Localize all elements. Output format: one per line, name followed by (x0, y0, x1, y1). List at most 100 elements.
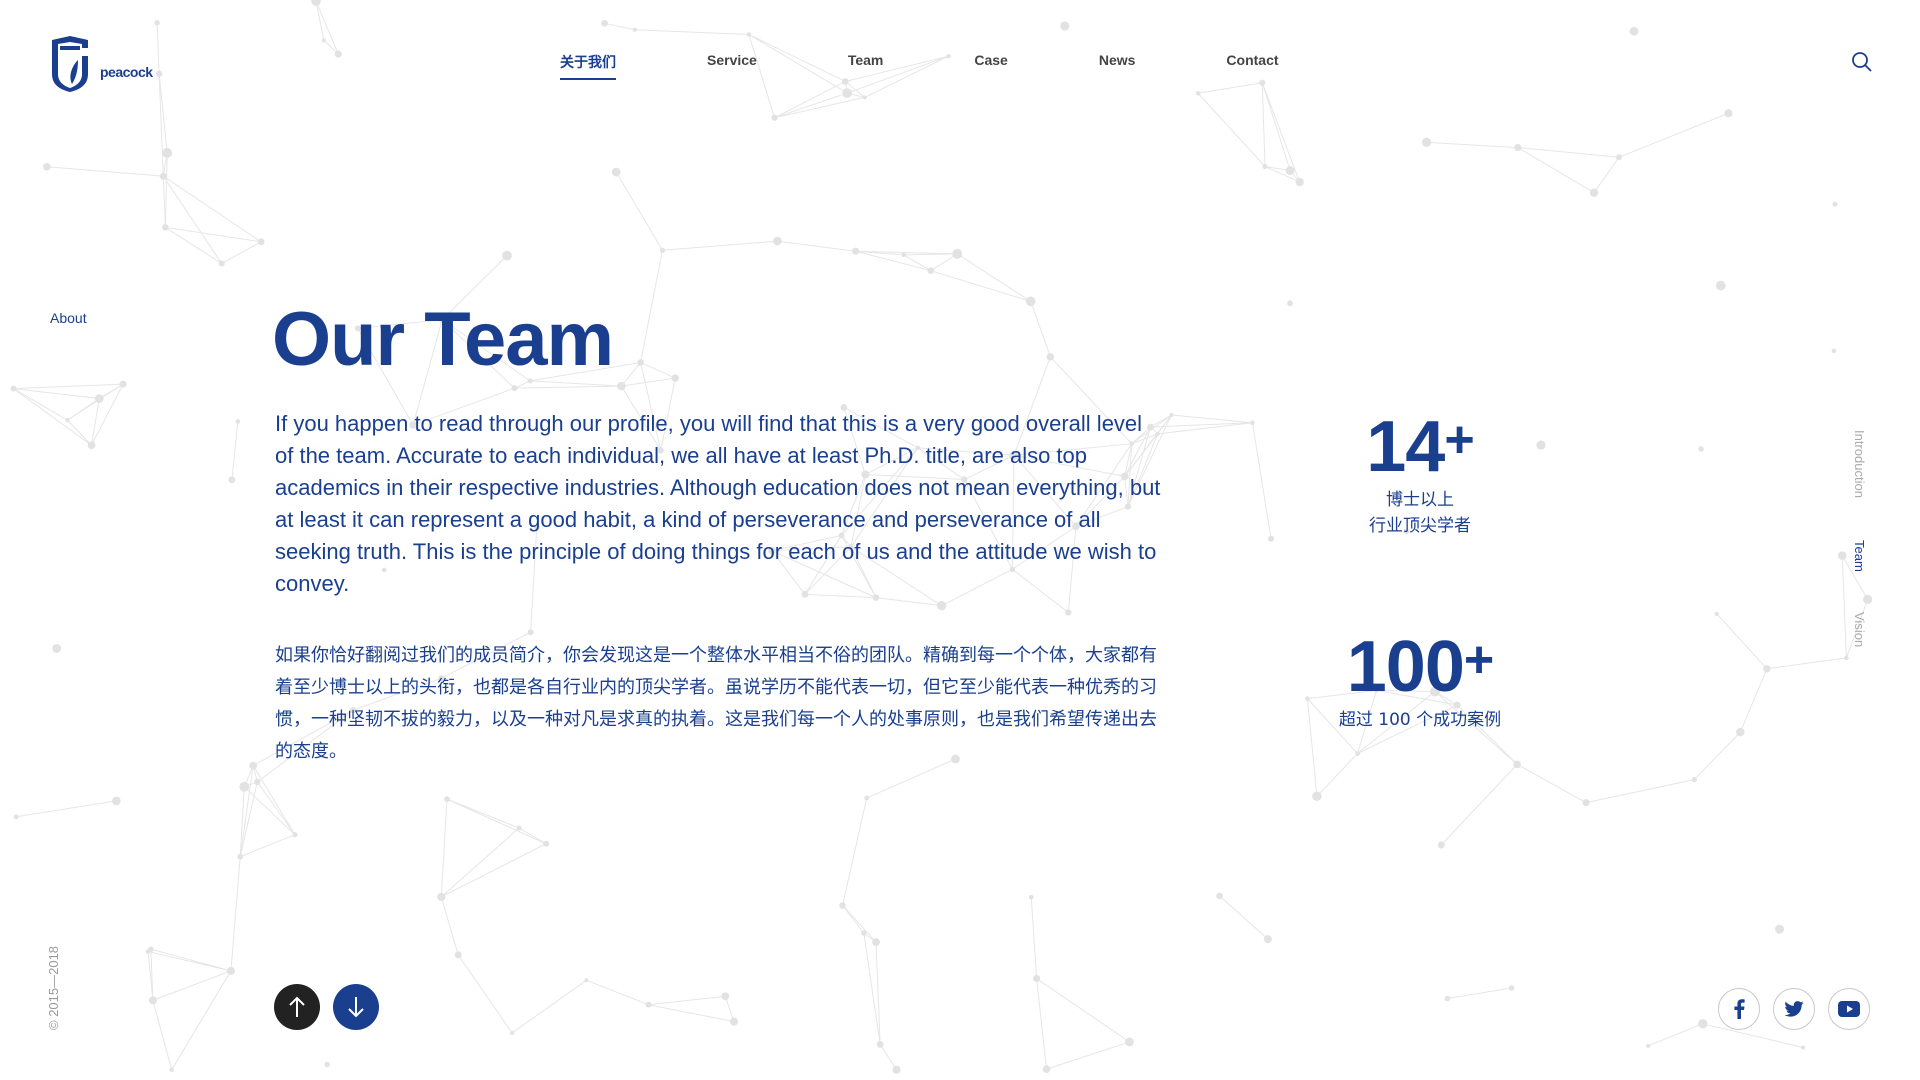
network-line (1261, 82, 1266, 167)
copyright: © 2015—2018 (46, 945, 61, 1030)
network-node (148, 996, 157, 1005)
network-line (511, 979, 587, 1034)
network-node (65, 417, 70, 423)
logo[interactable]: peacock (48, 34, 153, 92)
network-node (1698, 1019, 1708, 1029)
network-line (67, 398, 100, 421)
network-line (240, 834, 296, 858)
network-line (1447, 987, 1512, 1000)
facebook-icon (1734, 999, 1745, 1019)
network-line (441, 843, 547, 898)
network-node (13, 814, 19, 820)
twitter-button[interactable] (1773, 988, 1815, 1030)
network-node (94, 394, 104, 403)
network-line (243, 786, 296, 836)
network-line (13, 388, 92, 446)
network-node (1714, 611, 1719, 616)
network-line (1517, 147, 1595, 194)
network-node (249, 761, 258, 770)
network-line (615, 171, 663, 251)
network-node (1025, 296, 1036, 307)
stat-number: 14+ (1366, 407, 1474, 487)
youtube-button[interactable] (1828, 988, 1870, 1030)
section-nav-team[interactable]: Team (1852, 540, 1867, 572)
search-button[interactable] (1850, 50, 1874, 74)
network-line (648, 995, 726, 1006)
network-line (158, 73, 164, 177)
network-line (842, 797, 868, 906)
network-node (1262, 163, 1268, 170)
search-icon (1852, 52, 1872, 72)
network-line (956, 253, 1031, 302)
network-node (864, 795, 870, 801)
network-node (162, 224, 169, 231)
network-node (1736, 727, 1745, 737)
stat-phd: 14+ 博士以上 行业顶尖学者 (1260, 400, 1580, 539)
section-nav-introduction[interactable]: Introduction (1852, 430, 1867, 498)
network-node (324, 1061, 330, 1068)
network-line (640, 361, 676, 379)
brand-name: peacock (100, 64, 153, 80)
network-node (721, 992, 730, 1001)
nav-item-case[interactable]: Case (974, 52, 1007, 80)
nav-item-news[interactable]: News (1099, 52, 1136, 80)
network-line (152, 970, 232, 1001)
network-node (237, 853, 244, 860)
network-node (1800, 1045, 1806, 1050)
network-node (1724, 109, 1733, 118)
network-node (10, 385, 17, 392)
nav-item-about[interactable]: 关于我们 (560, 52, 616, 80)
network-line (457, 954, 513, 1034)
network-node (1646, 1043, 1651, 1048)
network-line (1766, 657, 1847, 670)
network-line (621, 377, 676, 387)
previous-button[interactable] (274, 984, 320, 1030)
network-node (1437, 841, 1445, 849)
network-line (1036, 978, 1130, 1043)
network-line (1618, 112, 1729, 158)
network-node (516, 825, 522, 831)
stat-label: 行业顶尖学者 (1369, 516, 1471, 536)
section-nav-vision[interactable]: Vision (1852, 612, 1867, 647)
network-line (662, 240, 778, 251)
network-node (218, 260, 225, 267)
network-node (1259, 79, 1266, 86)
network-node (1287, 300, 1293, 307)
facebook-button[interactable] (1718, 988, 1760, 1030)
network-line (1219, 895, 1269, 940)
network-line (148, 951, 232, 972)
network-line (221, 241, 262, 264)
network-line (1517, 147, 1620, 158)
network-node (1355, 751, 1361, 756)
intro-paragraph-en: If you happen to read through our profil… (275, 411, 1161, 596)
network-line (1316, 753, 1358, 797)
network-node (1421, 137, 1432, 147)
nav-item-contact[interactable]: Contact (1226, 52, 1278, 80)
network-line (1716, 613, 1768, 670)
network-line (514, 385, 622, 389)
network-node (1514, 143, 1522, 152)
network-node (1033, 975, 1041, 983)
network-node (235, 419, 241, 424)
next-button[interactable] (333, 984, 379, 1030)
network-node (671, 374, 680, 382)
network-node (510, 1030, 515, 1036)
nav-item-team[interactable]: Team (848, 52, 884, 80)
network-line (586, 979, 649, 1006)
stat-label: 博士以上 (1386, 490, 1454, 510)
network-line (152, 1000, 173, 1070)
network-node (239, 781, 250, 792)
network-node (87, 441, 96, 450)
network-line (171, 970, 232, 1071)
network-line (1261, 82, 1291, 171)
network-node (1250, 420, 1255, 426)
nav-item-service[interactable]: Service (707, 52, 757, 80)
network-line (315, 0, 339, 55)
network-line (440, 896, 459, 955)
network-line (1171, 414, 1253, 424)
network-node (1263, 935, 1272, 944)
network-line (13, 388, 68, 421)
network-line (1516, 763, 1587, 804)
network-node (52, 643, 62, 653)
network-line (315, 0, 325, 41)
